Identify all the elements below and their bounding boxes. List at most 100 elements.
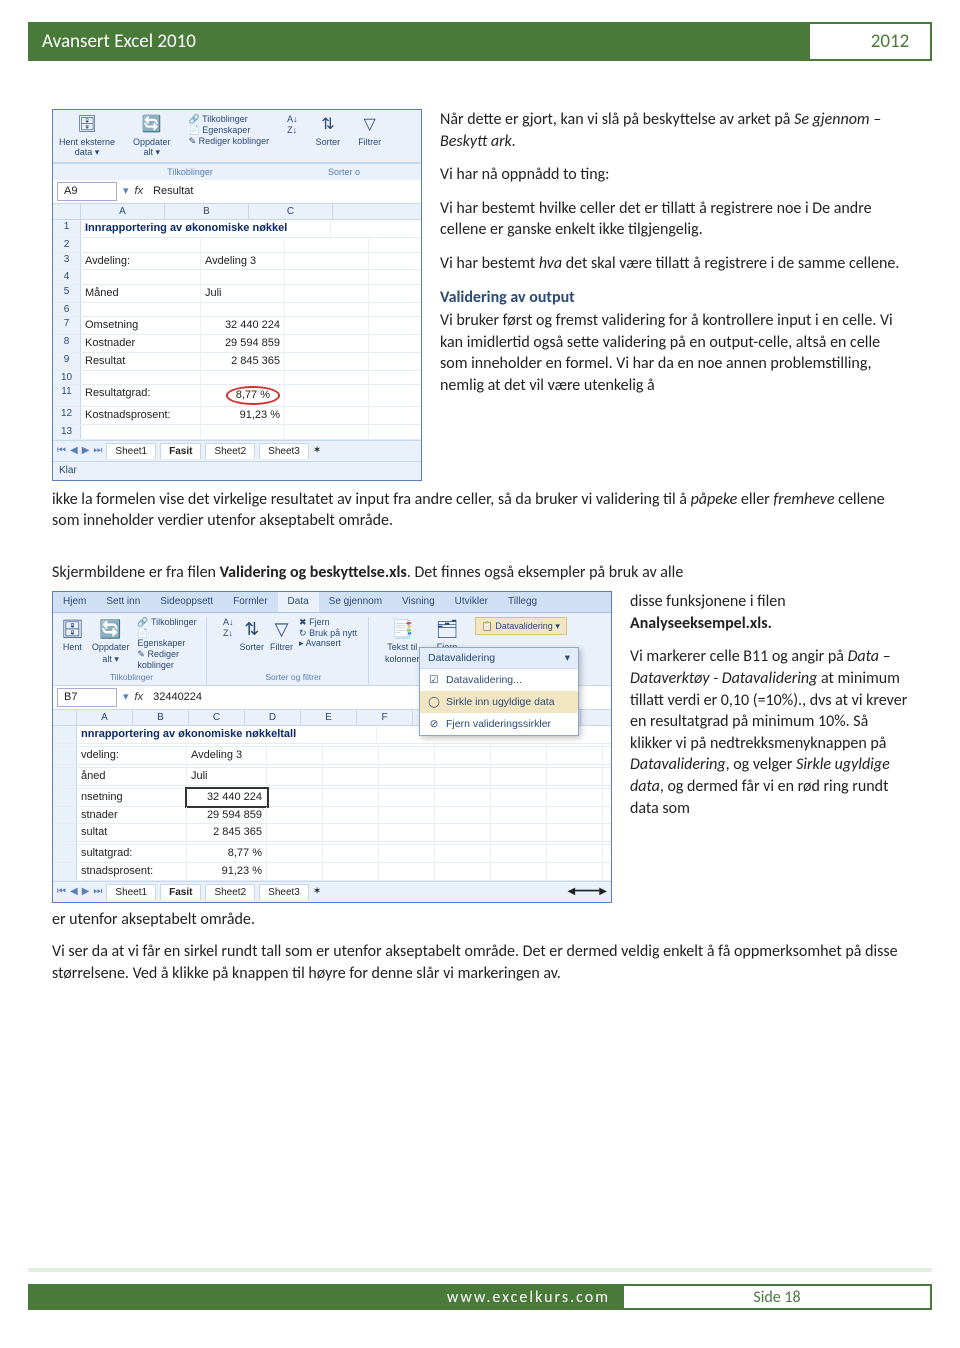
cell[interactable]: 32 440 224	[187, 789, 267, 806]
cell[interactable]	[201, 270, 285, 284]
tab-nav-prev-icon[interactable]: ◀	[70, 885, 78, 899]
tab-fasit[interactable]: Fasit	[160, 443, 201, 460]
cell[interactable]	[491, 845, 547, 862]
tab-formler[interactable]: Formler	[223, 592, 277, 612]
cell[interactable]: nsetning	[77, 789, 187, 806]
cell[interactable]	[491, 807, 547, 824]
cell[interactable]	[323, 744, 379, 746]
cell[interactable]	[323, 845, 379, 862]
row-header[interactable]: 11	[53, 385, 81, 406]
row-header[interactable]	[53, 789, 77, 806]
cell[interactable]	[267, 744, 323, 746]
tab-nav-first-icon[interactable]: ⏮	[57, 444, 66, 458]
cell[interactable]: Avdeling 3	[201, 253, 285, 270]
cell[interactable]	[77, 765, 187, 767]
row-header[interactable]	[53, 786, 77, 788]
menu-sirkle-ugyldige[interactable]: ◯Sirkle inn ugyldige data	[420, 691, 578, 713]
cell[interactable]	[81, 238, 201, 252]
cell[interactable]: 29 594 859	[187, 807, 267, 824]
col-c[interactable]: C	[249, 204, 333, 220]
tab-utvikler[interactable]: Utvikler	[445, 592, 498, 612]
cell[interactable]: 91,23 %	[201, 407, 285, 424]
down-icon[interactable]: ▾	[123, 690, 129, 705]
fx-icon[interactable]: fx	[135, 690, 144, 705]
row-header[interactable]	[53, 842, 77, 844]
menu-datavalidering[interactable]: ☑Datavalidering...	[420, 669, 578, 691]
cell[interactable]: Kostnader	[81, 335, 201, 352]
cell[interactable]	[285, 317, 369, 334]
cell[interactable]: stnader	[77, 807, 187, 824]
tab-nav-last-icon[interactable]: ⏭	[93, 444, 102, 458]
cell[interactable]	[285, 253, 369, 270]
sort-icon[interactable]: ⇅	[240, 617, 265, 641]
cell[interactable]	[267, 786, 323, 788]
cell[interactable]	[323, 765, 379, 767]
cell[interactable]	[267, 845, 323, 862]
cell[interactable]	[267, 768, 323, 785]
tab[interactable]: Sheet1	[106, 884, 156, 901]
row-header[interactable]: 8	[53, 335, 81, 352]
cell[interactable]	[267, 842, 323, 844]
cell[interactable]	[547, 863, 603, 880]
row-header[interactable]	[53, 726, 77, 743]
tab-segjennom[interactable]: Se gjennom	[319, 592, 392, 612]
cell[interactable]: 8,77 %	[201, 385, 285, 406]
cell[interactable]	[435, 747, 491, 764]
name-box-2[interactable]: B7	[57, 688, 117, 707]
cell[interactable]	[435, 786, 491, 788]
cell[interactable]	[379, 845, 435, 862]
row-header[interactable]: 13	[53, 425, 81, 439]
cell[interactable]	[201, 371, 285, 385]
row-header[interactable]: 3	[53, 253, 81, 270]
row-header[interactable]	[53, 744, 77, 746]
cell[interactable]	[77, 842, 187, 844]
row-header[interactable]: 7	[53, 317, 81, 334]
row-header[interactable]	[53, 845, 77, 862]
cell[interactable]	[491, 747, 547, 764]
cell[interactable]: Juli	[187, 768, 267, 785]
row-header[interactable]	[53, 807, 77, 824]
cell[interactable]	[547, 807, 603, 824]
menu-fjern-sirkler[interactable]: ⊘Fjern valideringssirkler	[420, 713, 578, 735]
cell[interactable]	[323, 768, 379, 785]
cell[interactable]	[323, 789, 379, 806]
cell[interactable]: 2 845 365	[201, 353, 285, 370]
row-header[interactable]: 4	[53, 270, 81, 284]
cell[interactable]	[323, 786, 379, 788]
cell[interactable]: sultat	[77, 824, 187, 841]
cell[interactable]	[491, 824, 547, 841]
corner[interactable]	[53, 710, 77, 726]
tab-sideoppsett[interactable]: Sideoppsett	[150, 592, 223, 612]
cell[interactable]	[201, 303, 285, 317]
col[interactable]: C	[189, 710, 245, 726]
cell[interactable]	[77, 786, 187, 788]
cell[interactable]: åned	[77, 768, 187, 785]
col-b[interactable]: B	[165, 204, 249, 220]
cell[interactable]: Innrapportering av økonomiske nøkkel	[81, 220, 331, 237]
row-header[interactable]: 5	[53, 285, 81, 302]
cell[interactable]	[323, 747, 379, 764]
cell[interactable]	[267, 789, 323, 806]
ribbon-oppdater[interactable]: 🔄 Oppdateralt ▾	[133, 114, 171, 158]
ribbon-rediger-koblinger[interactable]: ✎ Rediger koblinger	[189, 136, 270, 147]
tab-nav-last-icon[interactable]: ⏭	[93, 885, 102, 899]
select-all-corner[interactable]	[53, 204, 81, 220]
cell[interactable]: Avdeling 3	[187, 747, 267, 764]
cell[interactable]	[285, 425, 369, 439]
cell[interactable]	[435, 845, 491, 862]
row-header[interactable]: 9	[53, 353, 81, 370]
cell[interactable]	[379, 842, 435, 844]
ribbon-sorter[interactable]: ⇅ Sorter	[316, 114, 341, 148]
cell[interactable]	[267, 765, 323, 767]
cell[interactable]	[81, 371, 201, 385]
remove-duplicates-icon[interactable]: 🗂	[428, 617, 467, 641]
cell[interactable]	[435, 863, 491, 880]
cell[interactable]	[285, 385, 369, 406]
cell[interactable]	[491, 842, 547, 844]
r-egenskaper[interactable]: 📄 Egenskaper	[137, 628, 198, 650]
ribbon-tilkoblinger[interactable]: 🔗 Tilkoblinger	[189, 114, 270, 125]
cell[interactable]	[285, 335, 369, 352]
cell[interactable]	[201, 238, 285, 252]
col[interactable]: E	[301, 710, 357, 726]
row-header[interactable]: 12	[53, 407, 81, 424]
